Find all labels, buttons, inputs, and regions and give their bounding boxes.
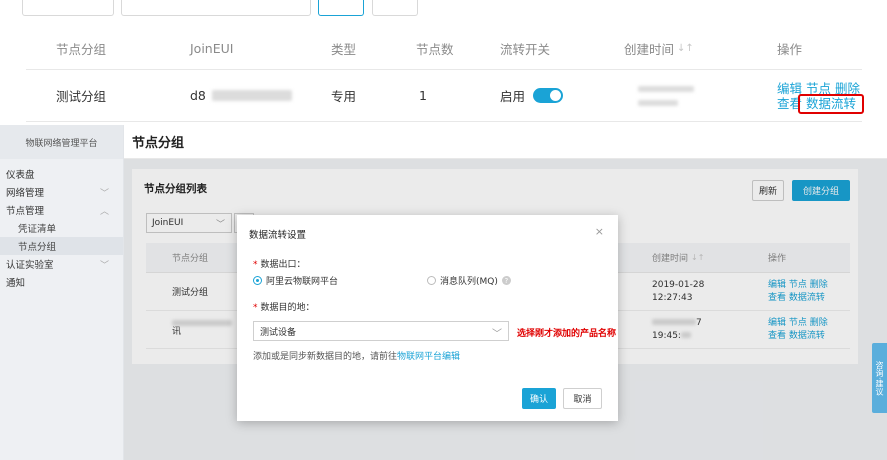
annotation-text: 选择刚才添加的产品名称 xyxy=(517,329,617,339)
col-header-nodes: 节点数 xyxy=(416,42,454,57)
dialog-title: 数据流转设置 xyxy=(249,230,307,241)
sidebar-item-lab[interactable]: 认证实验室 ﹀ xyxy=(0,255,123,273)
sidebar-item-node-group[interactable]: 节点分组 xyxy=(0,237,123,255)
flow-toggle[interactable] xyxy=(533,88,564,103)
created-header-label: 创建时间 xyxy=(624,42,675,57)
cell-type: 专用 xyxy=(331,89,357,104)
chevron-up-icon: ︿ xyxy=(99,207,109,217)
destination-value: 测试设备 xyxy=(260,327,297,338)
zoomed-table-section: 节点分组 JoinEUI 类型 节点数 流转开关 创建时间 ↓↑ 操作 测试分组… xyxy=(0,0,887,125)
output-label: * 数据出口： xyxy=(253,257,306,270)
search-field[interactable] xyxy=(22,0,114,16)
chevron-down-icon: ﹀ xyxy=(492,329,502,340)
sidebar-item-notify[interactable]: 通知 xyxy=(0,273,123,291)
cell-nodes: 1 xyxy=(419,88,427,103)
redacted-joineui xyxy=(211,90,292,101)
col-header-created[interactable]: 创建时间 ↓↑ xyxy=(624,28,694,69)
sidebar-item-network[interactable]: 网络管理 ﹀ xyxy=(0,183,123,201)
radio-aliyun-iot[interactable]: 阿里云物联网平台 xyxy=(253,274,338,287)
output-label-text: 数据出口： xyxy=(260,260,306,270)
sidebar-item-label: 认证实验室 xyxy=(6,260,54,271)
sidebar-item-node-mgmt[interactable]: 节点管理 ︿ xyxy=(0,201,123,219)
sidebar-item-dashboard[interactable]: 仪表盘 xyxy=(0,165,123,183)
data-flow-dialog: 数据流转设置 × * 数据出口： 阿里云物联网平台 消息队列(MQ) ? * 数据目… xyxy=(237,215,618,421)
help-icon[interactable]: ? xyxy=(501,276,511,285)
highlight-box xyxy=(798,94,864,114)
dest-label-text: 数据目的地： xyxy=(260,303,315,313)
sidebar: 物联网络管理平台 仪表盘 网络管理 ﹀ 节点管理 ︿ 凭证清单 节点分组 认证实… xyxy=(0,125,124,460)
cell-created xyxy=(638,70,694,121)
cell-joineui: d8 xyxy=(190,70,292,121)
sort-icon[interactable]: ↓↑ xyxy=(677,43,694,54)
chevron-down-icon: ﹀ xyxy=(99,261,109,271)
required-mark: * xyxy=(253,260,258,270)
redacted-time xyxy=(638,99,678,106)
redacted-date xyxy=(638,85,694,92)
edit-link[interactable]: 编辑 xyxy=(777,81,802,96)
col-header-group: 节点分组 xyxy=(56,42,107,57)
sidebar-item-label: 网络管理 xyxy=(6,188,45,199)
sidebar-item-credentials[interactable]: 凭证清单 xyxy=(0,219,123,237)
col-header-joineui: JoinEUI xyxy=(190,41,234,56)
col-header-ops: 操作 xyxy=(777,42,803,57)
search-button[interactable] xyxy=(318,0,364,16)
hint-text: 添加或是同步新数据目的地，请前往 xyxy=(253,352,398,362)
iot-platform-link[interactable]: 物联网平台编辑 xyxy=(397,352,460,362)
destination-select[interactable]: 测试设备 ﹀ xyxy=(253,321,509,341)
radio-label: 消息队列(MQ) xyxy=(440,277,498,287)
search-input[interactable] xyxy=(121,0,311,16)
table-row: 测试分组 d8 专用 1 启用 编辑 节点 删除 查看 数据流转 xyxy=(26,70,862,122)
sidebar-item-label: 节点管理 xyxy=(6,206,45,217)
joineui-prefix: d8 xyxy=(190,88,206,103)
confirm-button[interactable]: 确认 xyxy=(522,388,556,409)
feedback-tab[interactable]: 咨询·建议 xyxy=(872,343,887,413)
col-header-type: 类型 xyxy=(331,42,357,57)
col-header-switch: 流转开关 xyxy=(500,42,551,57)
reset-button[interactable] xyxy=(372,0,418,16)
table-header: 节点分组 JoinEUI 类型 节点数 流转开关 创建时间 ↓↑ 操作 xyxy=(26,28,862,70)
cell-switch: 启用 xyxy=(500,70,564,121)
radio-unchecked-icon xyxy=(427,276,436,285)
switch-label: 启用 xyxy=(500,89,526,104)
required-mark: * xyxy=(253,303,258,313)
close-icon[interactable]: × xyxy=(595,225,604,238)
radio-label: 阿里云物联网平台 xyxy=(266,277,339,287)
app-screenshot: 物联网络管理平台 仪表盘 网络管理 ﹀ 节点管理 ︿ 凭证清单 节点分组 认证实… xyxy=(0,125,887,460)
brand-title: 物联网络管理平台 xyxy=(0,125,123,159)
cancel-button[interactable]: 取消 xyxy=(563,388,602,409)
page-title: 节点分组 xyxy=(124,125,887,159)
dest-label: * 数据目的地： xyxy=(253,300,315,313)
chevron-down-icon: ﹀ xyxy=(99,189,109,199)
destination-hint: 添加或是同步新数据目的地，请前往物联网平台编辑 xyxy=(253,349,460,362)
cell-group: 测试分组 xyxy=(56,89,107,104)
radio-checked-icon xyxy=(253,276,262,285)
radio-mq[interactable]: 消息队列(MQ) ? xyxy=(427,274,511,287)
